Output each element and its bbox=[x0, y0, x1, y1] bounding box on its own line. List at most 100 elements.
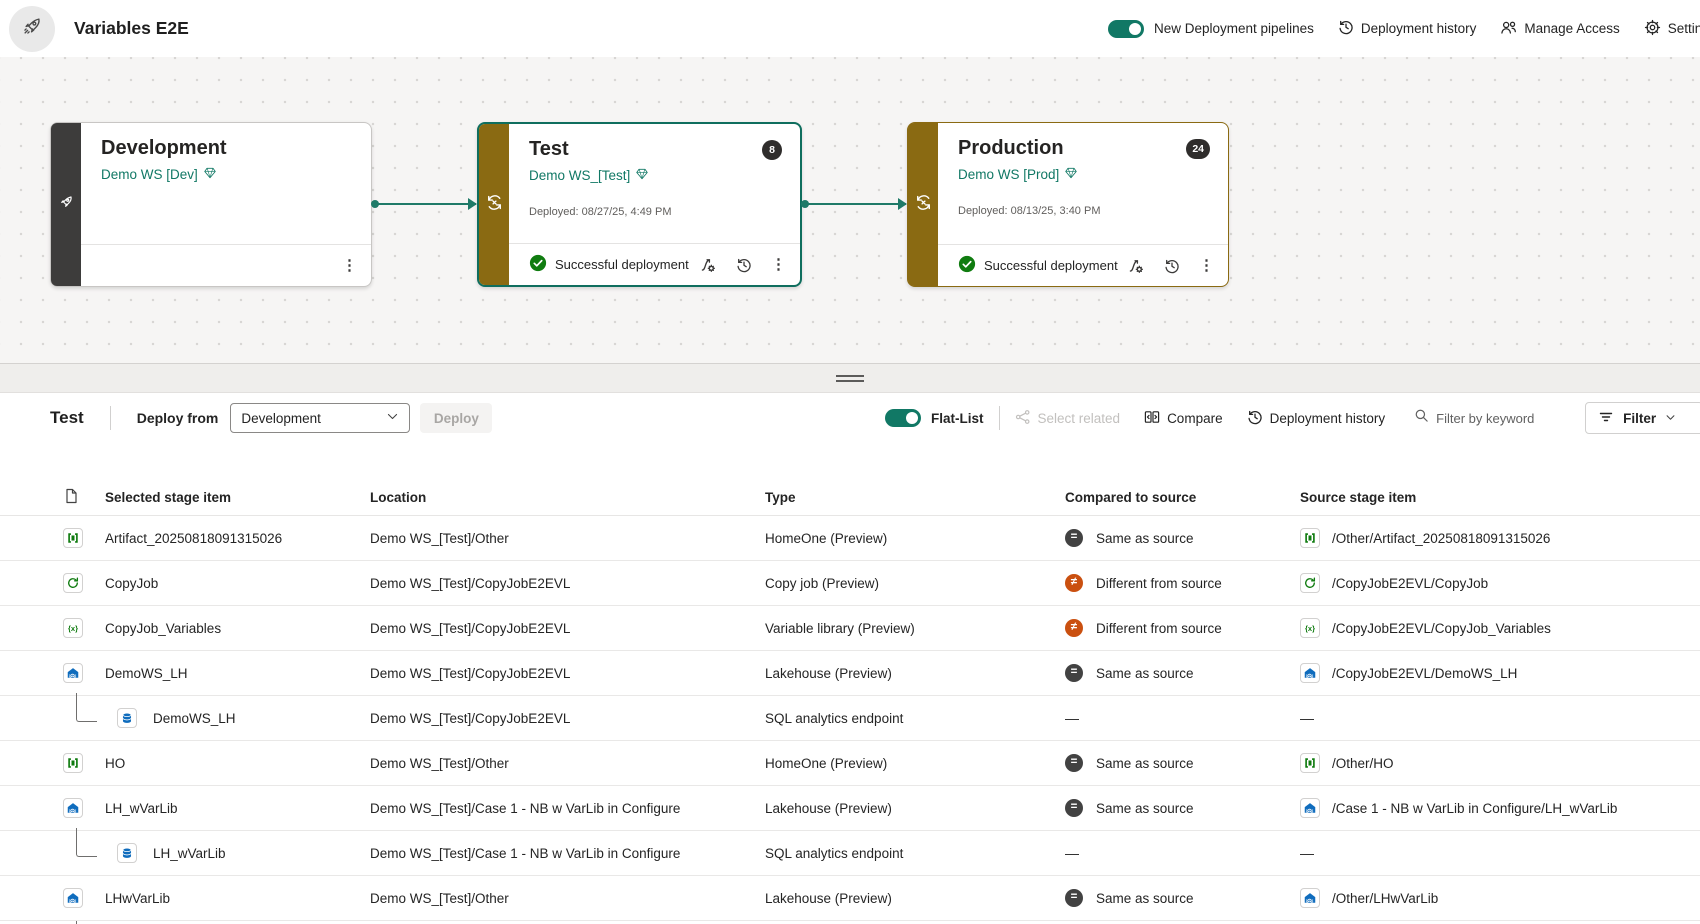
deployment-history-button[interactable]: Deployment history bbox=[1338, 19, 1477, 38]
item-name: Artifact_20250818091315026 bbox=[105, 530, 283, 546]
settings-button[interactable]: Settings bbox=[1644, 19, 1700, 39]
stage-more-button[interactable]: ⋮ bbox=[1199, 258, 1214, 273]
deploy-from-label: Deploy from bbox=[136, 410, 219, 426]
deployment-history-label: Deployment history bbox=[1269, 410, 1386, 426]
workspace-link-dev[interactable]: Demo WS [Dev] bbox=[101, 166, 217, 183]
source-path: /Other/LHwVarLib bbox=[1332, 890, 1439, 906]
source-stage-item-cell: {x} /CopyJobE2EVL/CopyJob_Variables bbox=[1300, 618, 1700, 638]
item-type: Lakehouse (Preview) bbox=[765, 800, 892, 816]
history-icon[interactable] bbox=[734, 255, 754, 275]
sql-endpoint-icon bbox=[117, 843, 137, 863]
stage-more-button[interactable]: ⋮ bbox=[771, 257, 786, 272]
homeone-icon bbox=[63, 753, 83, 773]
item-name-cell: LHwVarLib bbox=[105, 891, 370, 906]
select-related-icon bbox=[1015, 409, 1031, 428]
pipeline-logo bbox=[9, 5, 55, 52]
source-path: /CopyJobE2EVL/DemoWS_LH bbox=[1332, 665, 1518, 681]
stage-card-production[interactable]: Production 24 Demo WS [Prod] Deployed: 0… bbox=[907, 122, 1229, 287]
homeone-icon bbox=[1300, 528, 1320, 548]
deploy-button[interactable]: Deploy bbox=[420, 403, 493, 433]
table-header: Selected stage item Location Type Compar… bbox=[0, 480, 1700, 516]
stage-item-count-badge: 8 bbox=[762, 139, 782, 160]
column-compared-to-source[interactable]: Compared to source bbox=[1065, 490, 1300, 505]
source-stage-item-cell: /Other/HO bbox=[1300, 753, 1700, 773]
deployment-history-label: Deployment history bbox=[1360, 21, 1477, 36]
row-icon-cell bbox=[50, 573, 105, 593]
variable-library-icon: {x} bbox=[1300, 618, 1320, 638]
column-type[interactable]: Type bbox=[765, 490, 1065, 505]
deploy-from-dropdown[interactable]: Development bbox=[230, 403, 411, 433]
manage-access-button[interactable]: Manage Access bbox=[1500, 19, 1620, 39]
settings-label: Settings bbox=[1667, 21, 1700, 36]
split-resize-handle[interactable] bbox=[836, 374, 864, 382]
stage-more-button[interactable]: ⋮ bbox=[342, 258, 357, 273]
compared-to-source-cell: = Same as source bbox=[1065, 799, 1300, 817]
empty-value: — bbox=[1300, 710, 1314, 726]
compare-label: Compare bbox=[1167, 410, 1223, 426]
flat-list-toggle[interactable] bbox=[885, 409, 921, 427]
column-selected-stage-item[interactable]: Selected stage item bbox=[105, 490, 370, 505]
item-name-cell: DemoWS_LH bbox=[105, 666, 370, 681]
table-row[interactable]: LHwVarLib Demo WS_[Test]/Other Lakehouse (… bbox=[0, 876, 1700, 921]
deploy-settings-icon[interactable] bbox=[1125, 256, 1145, 276]
deployment-status-label: Successful deployment bbox=[555, 257, 689, 272]
filter-button[interactable]: Filter bbox=[1585, 402, 1700, 434]
same-as-source-icon: = bbox=[1065, 529, 1083, 547]
compared-label: Different from source bbox=[1096, 575, 1222, 591]
filter-keyword-input[interactable] bbox=[1436, 410, 1547, 426]
item-location: Demo WS_[Test]/CopyJobE2EVL bbox=[370, 620, 571, 636]
source-path: /CopyJobE2EVL/CopyJob bbox=[1332, 575, 1489, 591]
deployed-timestamp: Deployed: 08/13/25, 3:40 PM bbox=[958, 205, 1101, 217]
compared-to-source-cell: ≠ Different from source bbox=[1065, 619, 1300, 637]
item-name-cell: DemoWS_LH bbox=[105, 708, 370, 728]
pipeline-canvas: Development Demo WS [Dev] ⋮ Test 8 Demo … bbox=[0, 57, 1700, 363]
new-pipelines-toggle-label: New Deployment pipelines bbox=[1154, 21, 1314, 36]
gem-icon bbox=[635, 167, 649, 184]
history-icon[interactable] bbox=[1162, 256, 1182, 276]
workspace-link-test[interactable]: Demo WS_[Test] bbox=[529, 167, 649, 184]
history-icon bbox=[1338, 19, 1354, 38]
divider bbox=[109, 406, 111, 430]
table-row[interactable]: HO Demo WS_[Test]/Other HomeOne (Preview) =… bbox=[0, 741, 1700, 786]
table-row[interactable]: Artifact_20250818091315026 Demo WS_[Test]… bbox=[0, 516, 1700, 561]
deployed-timestamp: Deployed: 08/27/25, 4:49 PM bbox=[529, 206, 672, 218]
table-row[interactable]: {x} CopyJob_Variables Demo WS_[Test]/CopyJ… bbox=[0, 606, 1700, 651]
table-row[interactable]: DemoWS_LH Demo WS_[Test]/CopyJobE2EVL SQL … bbox=[0, 693, 1700, 741]
compared-to-source-cell: — bbox=[1065, 845, 1300, 861]
row-icon-cell bbox=[50, 798, 105, 818]
compared-to-source-cell: = Same as source bbox=[1065, 754, 1300, 772]
lakehouse-icon bbox=[1300, 888, 1320, 908]
deploy-settings-icon[interactable] bbox=[697, 255, 717, 275]
chevron-down-icon bbox=[1665, 411, 1676, 426]
compare-button[interactable]: Compare bbox=[1144, 409, 1223, 428]
table-row[interactable]: DemoWS_LH Demo WS_[Test]/CopyJobE2EVL Lake… bbox=[0, 651, 1700, 696]
source-path: /CopyJobE2EVL/CopyJob_Variables bbox=[1332, 620, 1551, 636]
column-source-stage-item[interactable]: Source stage item bbox=[1300, 490, 1700, 505]
row-icon-cell bbox=[50, 753, 105, 773]
source-stage-item-cell: /CopyJobE2EVL/CopyJob bbox=[1300, 573, 1700, 593]
empty-value: — bbox=[1065, 845, 1079, 861]
source-stage-item-cell: — bbox=[1300, 710, 1700, 726]
source-stage-item-cell: — bbox=[1300, 845, 1700, 861]
source-stage-item-cell: /Other/LHwVarLib bbox=[1300, 888, 1700, 908]
stage-card-test[interactable]: Test 8 Demo WS_[Test] Deployed: 08/27/25… bbox=[477, 122, 802, 287]
same-as-source-icon: = bbox=[1065, 799, 1083, 817]
table-row[interactable]: LH_wVarLib Demo WS_[Test]/Case 1 - NB w V… bbox=[0, 786, 1700, 831]
stage-rail-test bbox=[479, 124, 509, 285]
new-pipelines-toggle[interactable] bbox=[1108, 19, 1144, 38]
table-row[interactable]: LH_wVarLib Demo WS_[Test]/Case 1 - NB w V… bbox=[0, 828, 1700, 876]
workspace-link-prod[interactable]: Demo WS [Prod] bbox=[958, 166, 1078, 183]
compared-to-source-cell: ≠ Different from source bbox=[1065, 574, 1300, 592]
stage-card-development[interactable]: Development Demo WS [Dev] ⋮ bbox=[50, 122, 372, 287]
column-location[interactable]: Location bbox=[370, 490, 765, 505]
item-name: HO bbox=[105, 755, 126, 771]
lakehouse-icon bbox=[1300, 663, 1320, 683]
split-divider bbox=[0, 363, 1700, 393]
deployment-history-button[interactable]: Deployment history bbox=[1247, 409, 1386, 428]
table-row[interactable]: CopyJob Demo WS_[Test]/CopyJobE2EVL Copy j… bbox=[0, 561, 1700, 606]
row-icon-cell: {x} bbox=[50, 618, 105, 638]
item-location: Demo WS_[Test]/CopyJobE2EVL bbox=[370, 665, 571, 681]
select-related-button[interactable]: Select related bbox=[1015, 409, 1120, 428]
empty-value: — bbox=[1065, 710, 1079, 726]
stage-rail-production bbox=[908, 123, 938, 286]
